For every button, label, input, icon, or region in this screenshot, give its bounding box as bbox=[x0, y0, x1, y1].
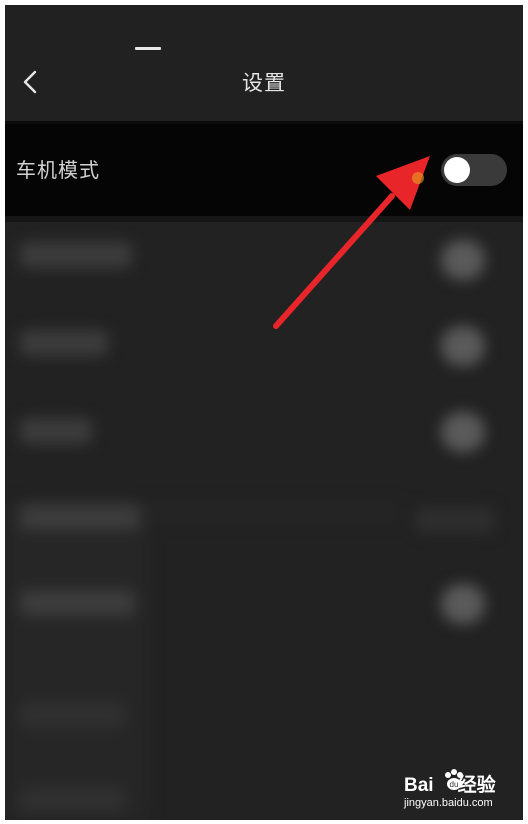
blurred-item bbox=[20, 330, 108, 356]
blurred-item bbox=[20, 242, 132, 268]
phone-screen: 设置 车机模式 bbox=[5, 5, 523, 820]
blurred-item bbox=[20, 787, 125, 813]
svg-text:du: du bbox=[450, 780, 459, 789]
watermark-url: jingyan.baidu.com bbox=[404, 797, 493, 809]
car-mode-setting-row[interactable]: 车机模式 bbox=[5, 124, 523, 216]
watermark-logo-text: Bai bbox=[404, 775, 434, 796]
blurred-toggle bbox=[441, 240, 485, 280]
car-mode-label: 车机模式 bbox=[16, 158, 100, 182]
blurred-toggle bbox=[441, 326, 485, 366]
car-mode-toggle[interactable] bbox=[441, 154, 507, 186]
blurred-toggle bbox=[441, 412, 485, 452]
blurred-toggle bbox=[441, 584, 485, 624]
status-indicator bbox=[135, 47, 161, 50]
blurred-item bbox=[415, 507, 495, 533]
toggle-knob bbox=[444, 157, 470, 183]
baidu-jingyan-watermark: Bai 经验 du jingyan.baidu.com bbox=[404, 769, 504, 816]
blurred-item bbox=[20, 504, 140, 530]
blurred-settings-list bbox=[5, 222, 523, 820]
header-bar: 设置 bbox=[5, 5, 523, 121]
page-title: 设置 bbox=[242, 71, 286, 95]
blurred-item bbox=[20, 590, 135, 616]
blurred-block bbox=[5, 502, 150, 820]
blurred-item bbox=[20, 702, 125, 728]
blurred-block bbox=[150, 502, 400, 522]
baidu-paw-icon: du bbox=[445, 769, 463, 790]
blurred-item bbox=[20, 418, 92, 444]
